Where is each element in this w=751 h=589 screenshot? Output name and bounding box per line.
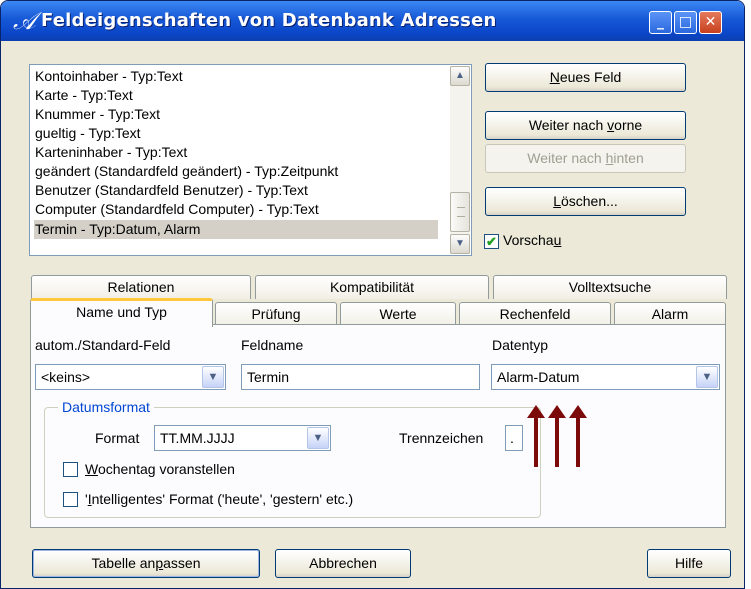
maximize-button[interactable]: □ bbox=[674, 11, 697, 34]
close-button[interactable]: ✕ bbox=[699, 11, 722, 34]
list-item[interactable]: Karteninhaber - Typ:Text bbox=[34, 143, 438, 162]
minimize-button[interactable]: _ bbox=[649, 11, 672, 34]
annotation-arrow-up-icon bbox=[527, 405, 545, 467]
new-field-label-rest: eues Feld bbox=[559, 69, 622, 85]
autom-dropdown-button[interactable]: ▼ bbox=[202, 366, 224, 388]
annotation-arrow-up-icon bbox=[548, 405, 566, 467]
format-select[interactable]: TT.MM.JJJJ ▼ bbox=[154, 425, 331, 451]
separator-input[interactable]: . bbox=[505, 425, 523, 451]
list-item[interactable]: Kontoinhaber - Typ:Text bbox=[34, 67, 438, 86]
fieldname-label: Feldname bbox=[241, 337, 304, 353]
delete-button[interactable]: Löschen... bbox=[485, 187, 686, 216]
list-item[interactable]: Benutzer (Standardfeld Benutzer) - Typ:T… bbox=[34, 181, 438, 200]
list-item[interactable]: Knummer - Typ:Text bbox=[34, 105, 438, 124]
datatype-dropdown-button[interactable]: ▼ bbox=[696, 366, 718, 388]
window-title: Feldeigenschaften von Datenbank Adressen bbox=[41, 10, 497, 31]
weekday-text: ochentag voranstellen bbox=[97, 461, 235, 477]
maximize-icon: □ bbox=[678, 14, 693, 30]
separator-label: Trennzeichen bbox=[399, 430, 484, 446]
list-item[interactable]: geändert (Standardfeld geändert) - Typ:Z… bbox=[34, 162, 438, 181]
preview-accel: u bbox=[553, 232, 562, 248]
chevron-down-icon: ▼ bbox=[455, 238, 465, 249]
scroll-up-button[interactable]: ▲ bbox=[450, 66, 470, 86]
grip-icon bbox=[457, 207, 465, 217]
title-bar[interactable]: 𝒜 Feldeigenschaften von Datenbank Adress… bbox=[1, 1, 744, 41]
fieldname-input[interactable]: Termin bbox=[241, 364, 480, 390]
tab-rechenfeld[interactable]: Rechenfeld bbox=[459, 302, 611, 326]
weekday-accel: W bbox=[85, 461, 98, 477]
smart-format-text: ntelligentes' Format ('heute', 'gestern'… bbox=[91, 491, 354, 507]
list-item[interactable]: Computer (Standardfeld Computer) - Typ:T… bbox=[34, 200, 438, 219]
move-up-button[interactable]: Weiter nach vorne bbox=[485, 111, 686, 140]
adjust-table-label-rest: assen bbox=[163, 555, 201, 571]
close-icon: ✕ bbox=[704, 14, 717, 30]
chevron-up-icon: ▲ bbox=[455, 70, 465, 81]
format-value: TT.MM.JJJJ bbox=[160, 430, 235, 446]
new-field-accel: N bbox=[549, 69, 560, 85]
scroll-down-button[interactable]: ▼ bbox=[450, 234, 470, 254]
delete-label-rest: öschen... bbox=[560, 193, 618, 209]
adjust-table-accel: p bbox=[155, 555, 164, 571]
tab-pruefung[interactable]: Prüfung bbox=[215, 302, 337, 326]
weekday-checkbox[interactable] bbox=[63, 462, 78, 477]
move-down-button[interactable]: Weiter nach hinten bbox=[485, 144, 686, 173]
datatype-select[interactable]: Alarm-Datum ▼ bbox=[491, 364, 720, 390]
chevron-down-icon: ▼ bbox=[312, 432, 324, 444]
preview-text: Vorscha bbox=[503, 232, 554, 248]
adjust-table-label: Tabelle an bbox=[91, 555, 156, 571]
preview-checkbox[interactable]: ✔ bbox=[484, 234, 499, 249]
delete-accel: L bbox=[553, 193, 561, 209]
smart-format-checkbox[interactable] bbox=[63, 492, 78, 507]
weekday-label[interactable]: Wochentag voranstellen bbox=[85, 461, 235, 477]
list-item-selected[interactable]: Termin - Typ:Datum, Alarm bbox=[34, 220, 438, 239]
chevron-down-icon: ▼ bbox=[701, 371, 713, 383]
smart-format-label[interactable]: 'Intelligentes' Format ('heute', 'gester… bbox=[85, 491, 353, 507]
new-field-button[interactable]: Neues Feld bbox=[485, 63, 686, 92]
list-scrollbar[interactable]: ▲ ▼ bbox=[450, 66, 470, 254]
tab-alarm[interactable]: Alarm bbox=[614, 302, 726, 326]
annotation-arrow-up-icon bbox=[569, 405, 587, 467]
preview-label[interactable]: Vorschau bbox=[503, 232, 561, 248]
format-dropdown-button[interactable]: ▼ bbox=[307, 427, 329, 449]
help-button[interactable]: Hilfe bbox=[647, 549, 731, 578]
date-format-group-title: Datumsformat bbox=[58, 399, 154, 415]
datatype-label: Datentyp bbox=[492, 337, 549, 353]
fields-listbox[interactable]: Kontoinhaber - Typ:Text Karte - Typ:Text… bbox=[29, 64, 472, 256]
move-down-label-rest: inten bbox=[613, 150, 644, 166]
format-label: Format bbox=[95, 430, 140, 446]
list-item[interactable]: gueltig - Typ:Text bbox=[34, 124, 438, 143]
tab-relationen[interactable]: Relationen bbox=[31, 275, 251, 299]
tab-volltextsuche[interactable]: Volltextsuche bbox=[493, 275, 727, 299]
autom-field-value: <keins> bbox=[41, 369, 91, 385]
dialog-window: 𝒜 Feldeigenschaften von Datenbank Adress… bbox=[0, 0, 745, 589]
minimize-icon: _ bbox=[657, 14, 664, 30]
datatype-value: Alarm-Datum bbox=[497, 369, 580, 385]
tab-kompatibilitaet[interactable]: Kompatibilität bbox=[255, 275, 489, 299]
autom-field-label: autom./Standard-Feld bbox=[35, 337, 171, 353]
move-down-label: Weiter nach bbox=[527, 150, 606, 166]
tab-name-und-typ[interactable]: Name und Typ bbox=[30, 298, 213, 327]
app-icon: 𝒜 bbox=[13, 7, 36, 35]
cancel-button[interactable]: Abbrechen bbox=[275, 549, 411, 578]
chevron-down-icon: ▼ bbox=[207, 371, 219, 383]
move-up-label: Weiter nach bbox=[528, 117, 608, 133]
tab-werte[interactable]: Werte bbox=[340, 302, 456, 326]
list-item[interactable]: Karte - Typ:Text bbox=[34, 86, 438, 105]
checkmark-icon: ✔ bbox=[486, 234, 497, 249]
adjust-table-button[interactable]: Tabelle anpassen bbox=[32, 549, 260, 578]
autom-field-select[interactable]: <keins> ▼ bbox=[35, 364, 226, 390]
scroll-thumb[interactable] bbox=[450, 192, 470, 232]
move-up-label-rest: orne bbox=[614, 117, 643, 133]
